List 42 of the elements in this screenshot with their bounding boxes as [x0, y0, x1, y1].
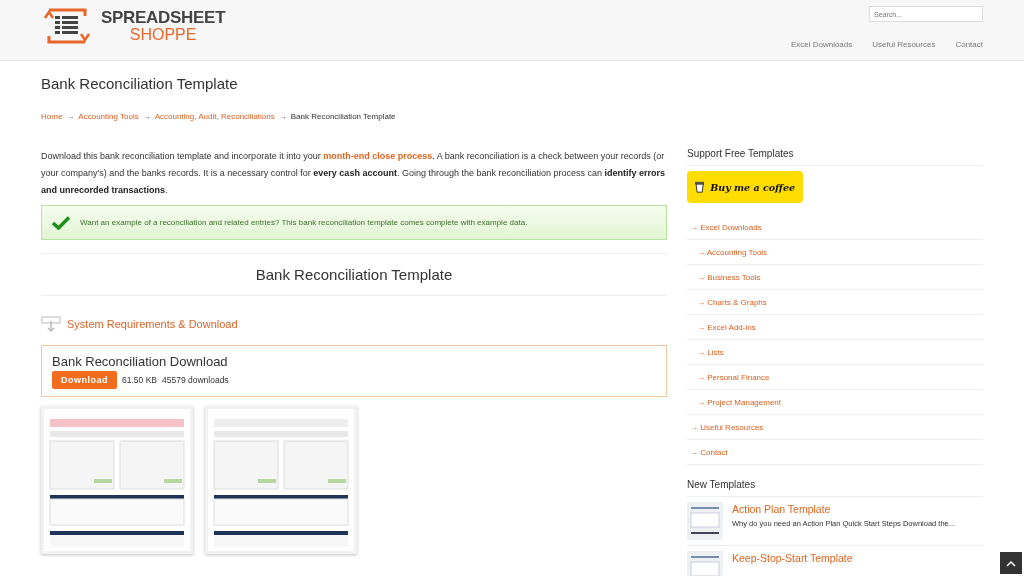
coffee-label: Buy me a coffee: [710, 181, 795, 193]
logo-text: SHOPPE: [129, 26, 197, 43]
menu-link[interactable]: → Contact: [687, 440, 983, 465]
menu-link[interactable]: → Excel Downloads: [687, 215, 983, 240]
separator-arrow: →: [66, 112, 75, 121]
scroll-top-button[interactable]: [1000, 552, 1022, 574]
template-link[interactable]: Keep-Stop-Start Template: [732, 552, 853, 564]
logo-text: SPREADSHEET: [101, 8, 226, 26]
sidebar-heading: Support Free Templates: [687, 148, 983, 166]
download-icon: [41, 316, 61, 332]
requirements-heading: System Requirements & Download: [67, 318, 238, 330]
page-title: Bank Reconciliation Template: [41, 75, 239, 92]
download-title: Bank Reconciliation Download: [52, 354, 229, 369]
nav-link[interactable]: Contact: [955, 40, 983, 49]
section-heading: Bank Reconciliation Template: [255, 266, 453, 283]
menu-link[interactable]: → Personal Finance: [687, 365, 983, 390]
nav-link[interactable]: Useful Resources: [872, 40, 936, 49]
menu-link[interactable]: → Useful Resources: [687, 415, 983, 440]
breadcrumb-current: Bank Reconciliation Template: [290, 112, 396, 121]
template-thumbnail[interactable]: [687, 502, 723, 540]
breadcrumb-link[interactable]: Accounting, Audit, Reconciliations: [154, 112, 275, 121]
menu-link[interactable]: → Lists: [687, 340, 983, 365]
notice-text: Want an example of a reconciliation and related entries? This bank reconciliation template comes complete with example data.: [80, 218, 528, 227]
menu-link[interactable]: → Charts & Graphs: [687, 290, 983, 315]
breadcrumb-link[interactable]: Home: [41, 112, 63, 121]
menu-link[interactable]: → Accounting Tools: [687, 240, 983, 265]
separator-arrow: →: [278, 112, 287, 121]
template-link[interactable]: Action Plan Template: [732, 503, 956, 515]
download-count: 45579 downloads: [162, 375, 229, 385]
intro-paragraph: Download this bank reconciliation template and incorporate it into your month-end close process. A bank reconciliation is a check between your records (or your company's) and the banks records. It is a necessary control for every cash account. Going through the bank reconciliation process can identify errors and unrecorded transactions.: [41, 150, 667, 197]
menu-link[interactable]: → Project Management: [687, 390, 983, 415]
sidebar-heading: New Templates: [687, 479, 983, 497]
menu-link[interactable]: → Business Tools: [687, 265, 983, 290]
coffee-button[interactable]: Buy me a coffee: [687, 171, 803, 203]
checkmark-icon: [52, 215, 70, 230]
nav-link[interactable]: Excel Downloads: [790, 40, 853, 49]
breadcrumb-link[interactable]: Accounting Tools: [78, 112, 139, 121]
file-size: 61.50 KB: [122, 375, 157, 385]
download-button[interactable]: Download: [52, 371, 117, 389]
separator-arrow: →: [142, 112, 151, 121]
menu-link[interactable]: → Excel Add-ins: [687, 315, 983, 340]
chevron-up-icon: [1006, 559, 1016, 567]
